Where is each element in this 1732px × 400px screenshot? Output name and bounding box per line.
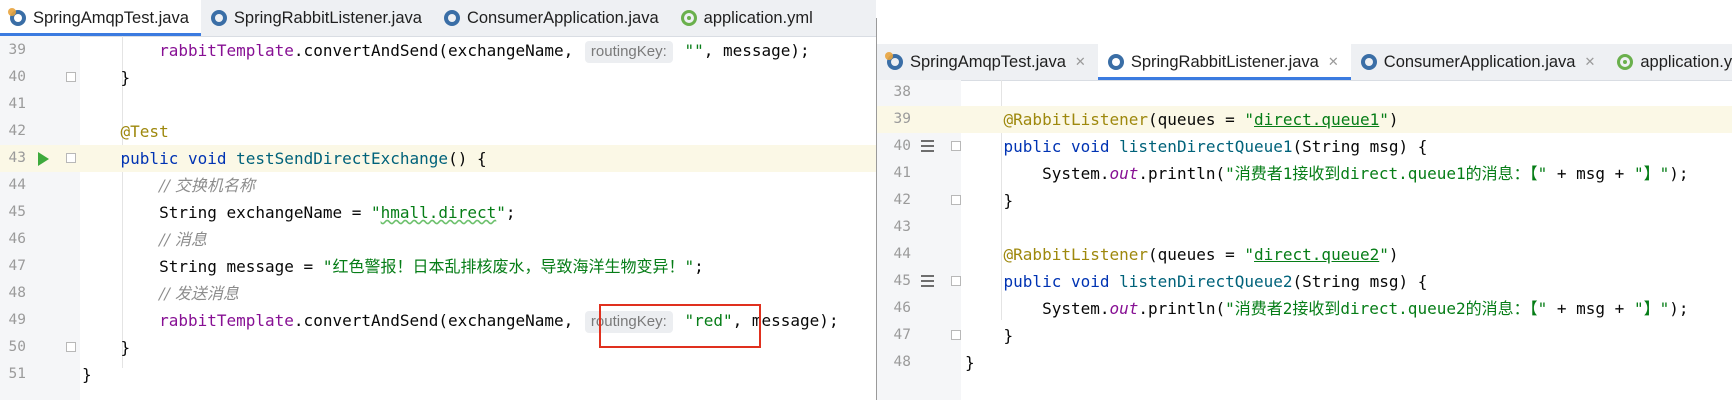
code-line: 41 (0, 91, 876, 118)
rabbit-listener-bean-icon[interactable] (921, 140, 934, 152)
tab-label: application.yml (703, 8, 813, 27)
code-line: 40 public void listenDirectQueue1(String… (877, 133, 1732, 160)
java-class-icon (1360, 54, 1377, 70)
parameter-hint: routingKey: (584, 311, 673, 333)
fold-marker-icon[interactable] (951, 330, 961, 340)
tab-springrabbitlistener[interactable]: SpringRabbitListener.java ✕ (1097, 44, 1351, 80)
java-class-icon (1107, 54, 1124, 70)
line-number: 46 (8, 231, 26, 247)
line-number: 42 (893, 192, 911, 208)
tab-label: SpringRabbitListener.java (233, 8, 422, 27)
close-icon[interactable]: ✕ (1584, 54, 1595, 70)
right-editor-pane: SpringAmqpTest.java ✕ SpringRabbitListen… (876, 18, 1732, 400)
code-line: 44 // 交换机名称 (0, 172, 876, 199)
code-line: 48 } (877, 349, 1732, 376)
code-line: 45 public void listenDirectQueue2(String… (877, 268, 1732, 295)
line-number: 40 (893, 138, 911, 154)
line-number: 43 (893, 219, 911, 235)
tab-springrabbitlistener[interactable]: SpringRabbitListener.java (201, 0, 434, 36)
tab-label: ConsumerApplication.java (466, 8, 659, 27)
spring-config-icon (680, 10, 697, 26)
tab-consumerapplication[interactable]: ConsumerApplication.java ✕ (1351, 44, 1608, 80)
close-icon[interactable]: ✕ (1075, 54, 1086, 70)
line-number: 47 (8, 258, 26, 274)
left-code-editor[interactable]: 39 rabbitTemplate.convertAndSend(exchang… (0, 36, 876, 400)
code-line: 48 // 发送消息 (0, 280, 876, 307)
java-class-icon (443, 10, 460, 26)
tab-label: ConsumerApplication.java (1383, 52, 1576, 71)
line-number: 50 (8, 339, 26, 355)
code-line: 45 String exchangeName = "hmall.direct"; (0, 199, 876, 226)
code-line: 39 rabbitTemplate.convertAndSend(exchang… (0, 37, 876, 64)
java-class-icon (885, 52, 903, 70)
close-icon[interactable]: ✕ (1328, 54, 1339, 70)
rabbit-listener-bean-icon[interactable] (921, 275, 934, 287)
code-line-current: 43 public void testSendDirectExchange() … (0, 145, 876, 172)
parameter-hint: routingKey: (584, 41, 673, 63)
line-number: 42 (8, 123, 26, 139)
tab-springamqptest[interactable]: SpringAmqpTest.java ✕ (877, 44, 1098, 80)
line-number: 44 (893, 246, 911, 262)
line-number: 48 (8, 285, 26, 301)
line-number: 45 (8, 204, 26, 220)
line-number: 39 (8, 42, 26, 58)
code-line: 49 rabbitTemplate.convertAndSend(exchang… (0, 307, 876, 334)
line-number: 38 (893, 84, 911, 100)
code-line: 46 System.out.println("消费者2接收到direct.que… (877, 295, 1732, 322)
tab-label: SpringAmqpTest.java (910, 52, 1066, 71)
tab-springamqptest[interactable]: SpringAmqpTest.java (0, 0, 201, 36)
line-number: 44 (8, 177, 26, 193)
code-line: 41 System.out.println("消费者1接收到direct.que… (877, 160, 1732, 187)
java-class-icon (8, 8, 26, 26)
tab-application-yml[interactable]: application.yml (671, 0, 825, 36)
code-line: 51 } (0, 361, 876, 388)
code-line: 47 String message = "红色警报！日本乱排核废水，导致海洋生物… (0, 253, 876, 280)
line-number: 51 (8, 366, 26, 382)
line-number: 41 (893, 165, 911, 181)
tab-label: application.yml (1640, 52, 1732, 71)
line-number: 45 (893, 273, 911, 289)
left-editor-pane: SpringAmqpTest.java SpringRabbitListener… (0, 0, 876, 400)
tab-consumerapplication[interactable]: ConsumerApplication.java (434, 0, 671, 36)
run-test-icon[interactable] (38, 152, 49, 166)
code-line: 43 (877, 214, 1732, 241)
fold-marker-icon[interactable] (66, 72, 76, 82)
line-number: 49 (8, 312, 26, 328)
code-line-current: 39 @RabbitListener(queues = "direct.queu… (877, 106, 1732, 133)
spring-config-icon (1617, 54, 1634, 70)
left-tab-bar: SpringAmqpTest.java SpringRabbitListener… (0, 0, 876, 37)
line-number: 48 (893, 354, 911, 370)
code-line: 42 @Test (0, 118, 876, 145)
code-line: 42 } (877, 187, 1732, 214)
line-number: 46 (893, 300, 911, 316)
line-number: 47 (893, 327, 911, 343)
fold-marker-icon[interactable] (66, 342, 76, 352)
tab-application-yml[interactable]: application.yml (1607, 44, 1732, 80)
right-code-editor[interactable]: 38 39 @RabbitListener(queues = "direct.q… (877, 80, 1732, 400)
tab-label: SpringRabbitListener.java (1130, 52, 1319, 71)
line-number: 40 (8, 69, 26, 85)
line-number: 43 (8, 150, 26, 166)
tab-label: SpringAmqpTest.java (33, 8, 189, 27)
line-number: 41 (8, 96, 26, 112)
fold-marker-icon[interactable] (951, 195, 961, 205)
fold-marker-icon[interactable] (66, 153, 76, 163)
code-line: 40 } (0, 64, 876, 91)
code-line: 47 } (877, 322, 1732, 349)
code-line: 50 } (0, 334, 876, 361)
code-line: 46 // 消息 (0, 226, 876, 253)
right-tab-bar: SpringAmqpTest.java ✕ SpringRabbitListen… (877, 44, 1732, 81)
fold-marker-icon[interactable] (951, 276, 961, 286)
code-line: 44 @RabbitListener(queues = "direct.queu… (877, 241, 1732, 268)
java-class-icon (210, 10, 227, 26)
line-number: 39 (893, 111, 911, 127)
fold-marker-icon[interactable] (951, 141, 961, 151)
code-line: 38 (877, 79, 1732, 106)
